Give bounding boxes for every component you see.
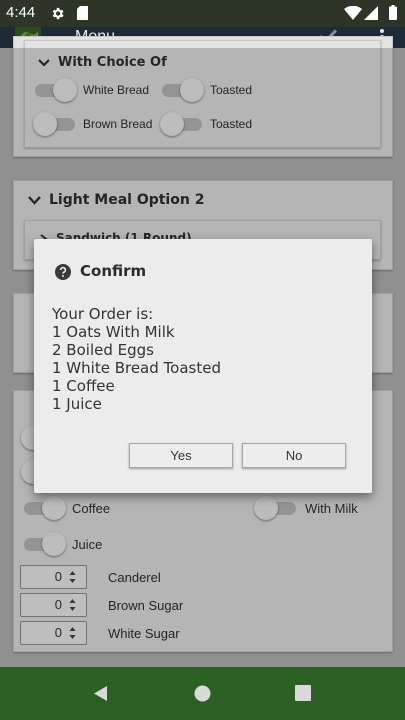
home-icon[interactable] — [194, 685, 211, 702]
order-line: 1 Juice — [52, 395, 102, 413]
recents-icon[interactable] — [295, 685, 311, 701]
order-line: 1 White Bread Toasted — [52, 359, 221, 377]
battery-icon — [389, 5, 397, 20]
back-icon[interactable] — [93, 685, 108, 702]
order-line: 1 Oats With Milk — [52, 323, 175, 341]
status-time: 4:44 — [6, 4, 36, 21]
gear-icon — [52, 7, 64, 20]
wifi-icon — [344, 6, 362, 20]
dialog-message: Your Order is: 1 Oats With Milk 2 Boiled… — [52, 305, 221, 413]
help-circle-icon — [55, 264, 71, 280]
navigation-bar — [0, 667, 405, 720]
sd-card-icon — [77, 6, 88, 20]
no-button[interactable]: No — [242, 443, 346, 468]
confirm-dialog: Confirm Your Order is: 1 Oats With Milk … — [34, 239, 372, 493]
signal-icon — [364, 6, 378, 20]
order-line: 2 Boiled Eggs — [52, 341, 154, 359]
status-bar: 4:44 — [0, 0, 405, 27]
order-line: 1 Coffee — [52, 377, 115, 395]
order-heading: Your Order is: — [52, 305, 154, 323]
yes-button[interactable]: Yes — [129, 443, 233, 468]
dialog-title: Confirm — [80, 262, 147, 280]
